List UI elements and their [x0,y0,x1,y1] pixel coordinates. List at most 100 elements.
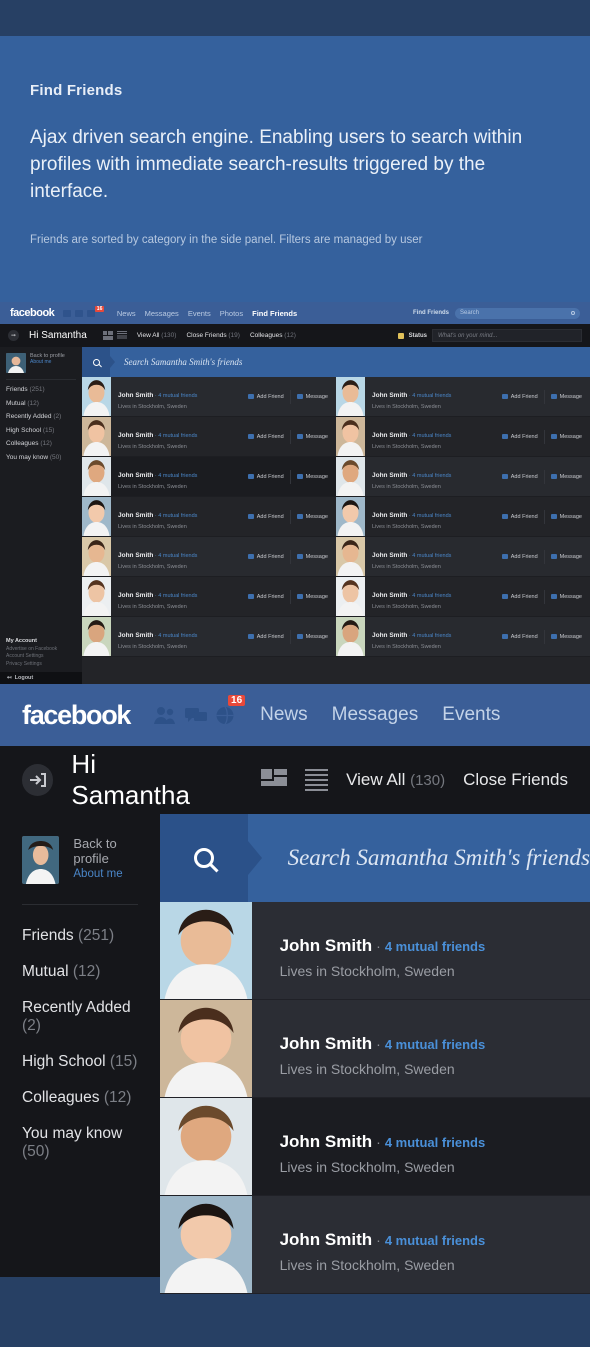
login-arrow-icon[interactable] [22,764,54,796]
login-arrow-icon[interactable]: ➞ [8,330,19,341]
sidebar-item-you-may-know[interactable]: You may know (50) [22,1125,138,1161]
globe-icon[interactable] [87,309,96,317]
message-button[interactable]: Message [550,554,582,560]
add-friend-button[interactable]: Add Friend [247,394,284,400]
message-button[interactable]: Message [550,394,582,400]
mock-tab-view-all[interactable]: View All (130) [137,332,177,339]
add-friend-button[interactable]: Add Friend [247,474,284,480]
mutual-friends-link[interactable]: 4 mutual friends [385,1037,485,1052]
profile-block[interactable]: Back to profile About me [22,836,138,884]
mock-friend-row[interactable]: John Smith · 4 mutual friends Lives in St… [336,417,590,457]
add-friend-button[interactable]: Add Friend [501,394,538,400]
mock-nav-link-news[interactable]: News [117,309,136,318]
message-button[interactable]: Message [296,434,328,440]
message-button[interactable]: Message [550,434,582,440]
friends-icon[interactable] [63,309,72,317]
message-button[interactable]: Message [296,514,328,520]
message-button[interactable]: Message [296,474,328,480]
add-friend-button[interactable]: Add Friend [247,554,284,560]
mock-account-link-advertise[interactable]: Advertise on Facebook [6,646,57,654]
friend-list-item[interactable]: John Smith · 4 mutual friends Lives in Stoc… [159,902,590,1000]
mock-sidebar-item-friends[interactable]: Friends (251) [6,386,76,393]
list-view-icon[interactable] [116,331,127,340]
add-friend-button[interactable]: Add Friend [501,434,538,440]
list-view-icon[interactable] [304,769,329,791]
mock-profile[interactable]: Back to profile About me [6,353,76,373]
message-button[interactable]: Message [296,634,328,640]
mock-search-bar[interactable]: Search Samantha Smith's friends [82,347,590,377]
mock-nav-link-events[interactable]: Events [188,309,211,318]
mock-friend-row[interactable]: John Smith · 4 mutual friends Lives in St… [336,577,590,617]
messages-icon[interactable] [75,309,84,317]
facebook-logo[interactable]: facebook [10,307,55,319]
sidebar-item-recently-added[interactable]: Recently Added (2) [22,999,138,1035]
sidebar-item-mutual[interactable]: Mutual (12) [22,963,138,981]
mock-tab-close-friends[interactable]: Close Friends (19) [186,332,239,339]
mock-friend-row[interactable]: John Smith · 4 mutual friends Lives in St… [336,457,590,497]
mock-find-friends-link[interactable]: Find Friends [413,310,449,316]
mock-friend-row[interactable]: John Smith · 4 mutual friends Lives in St… [82,417,336,457]
mock-sidebar-item-you-may-know[interactable]: You may know (50) [6,454,76,461]
nav-link-news[interactable]: News [260,704,308,726]
message-button[interactable]: Message [296,394,328,400]
globe-icon[interactable] [216,706,236,725]
add-friend-button[interactable]: Add Friend [501,594,538,600]
mock-friend-row[interactable]: John Smith · 4 mutual friends Lives in St… [82,577,336,617]
mock-friend-row[interactable]: John Smith · 4 mutual friends Lives in St… [82,617,336,657]
mutual-friends-link[interactable]: 4 mutual friends [385,1233,485,1248]
message-button[interactable]: Message [550,594,582,600]
add-friend-button[interactable]: Add Friend [501,634,538,640]
message-button[interactable]: Message [550,634,582,640]
back-to-profile-link[interactable]: Back to profile [73,836,137,866]
mock-friend-row[interactable]: John Smith · 4 mutual friends Lives in St… [82,377,336,417]
sidebar-item-high-school[interactable]: High School (15) [22,1053,138,1071]
messages-icon[interactable] [185,706,208,724]
add-friend-button[interactable]: Add Friend [247,514,284,520]
nav-link-messages[interactable]: Messages [332,704,419,726]
mock-friend-row[interactable]: John Smith · 4 mutual friends Lives in St… [82,537,336,577]
add-friend-button[interactable]: Add Friend [247,434,284,440]
mock-friend-row[interactable]: John Smith · 4 mutual friends Lives in St… [336,377,590,417]
nav-link-events[interactable]: Events [442,704,500,726]
sidebar-item-colleagues[interactable]: Colleagues (12) [22,1089,138,1107]
message-button[interactable]: Message [550,514,582,520]
friend-list-item[interactable]: John Smith · 4 mutual friends Lives in Stoc… [159,1000,590,1098]
mock-search-input[interactable]: Search [455,307,580,319]
mock-tab-colleagues[interactable]: Colleagues (12) [250,332,296,339]
mock-friend-row[interactable]: John Smith · 4 mutual friends Lives in St… [336,497,590,537]
mock-sidebar-item-recently-added[interactable]: Recently Added (2) [6,413,76,420]
add-friend-button[interactable]: Add Friend [501,514,538,520]
mock-logout-button[interactable]: ↤ Logout [0,672,82,684]
facebook-logo[interactable]: facebook [22,700,131,731]
grid-view-icon[interactable] [261,769,287,791]
tab-close-friends[interactable]: Close Friends [463,770,568,790]
friends-icon[interactable] [154,706,176,724]
mock-sidebar-item-mutual[interactable]: Mutual (12) [6,400,76,407]
mock-about-me[interactable]: About me [30,359,65,365]
mock-friend-row[interactable]: John Smith · 4 mutual friends Lives in St… [82,497,336,537]
mock-nav-link-find-friends[interactable]: Find Friends [252,309,297,318]
message-button[interactable]: Message [296,554,328,560]
mock-friend-row[interactable]: John Smith · 4 mutual friends Lives in St… [336,537,590,577]
about-me-link[interactable]: About me [73,868,137,880]
mock-account-link-settings[interactable]: Account Settings [6,653,57,661]
mock-nav-link-photos[interactable]: Photos [220,309,243,318]
mock-account-link-privacy[interactable]: Privacy Settings [6,661,57,669]
mutual-friends-link[interactable]: 4 mutual friends [385,1135,485,1150]
friend-list-item[interactable]: John Smith · 4 mutual friends Lives in Stoc… [159,1196,590,1294]
magnifier-icon[interactable] [82,347,115,377]
mock-nav-link-messages[interactable]: Messages [145,309,179,318]
mock-status-input[interactable]: What's on your mind... [432,329,582,342]
friend-search-bar[interactable]: Search Samantha Smith's friends [159,814,590,902]
mock-sidebar-item-colleagues[interactable]: Colleagues (12) [6,440,76,447]
mock-sidebar-item-high-school[interactable]: High School (15) [6,427,76,434]
mutual-friends-link[interactable]: 4 mutual friends [385,939,485,954]
add-friend-button[interactable]: Add Friend [501,554,538,560]
message-button[interactable]: Message [296,594,328,600]
sidebar-item-friends[interactable]: Friends (251) [22,927,138,945]
message-button[interactable]: Message [550,474,582,480]
magnifier-icon[interactable] [159,814,262,902]
friend-list-item[interactable]: John Smith · 4 mutual friends Lives in Stoc… [159,1098,590,1196]
add-friend-button[interactable]: Add Friend [247,634,284,640]
mock-friend-row[interactable]: John Smith · 4 mutual friends Lives in St… [336,617,590,657]
